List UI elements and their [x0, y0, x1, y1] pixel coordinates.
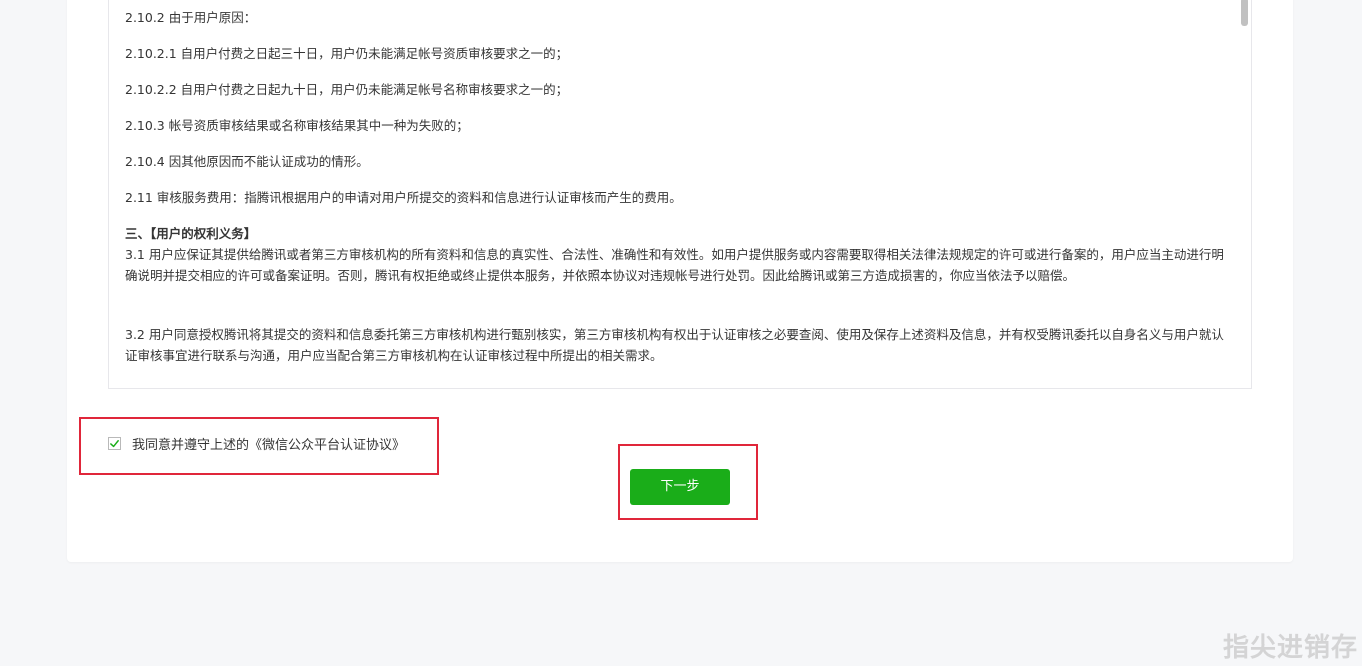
agreement-section-heading: 三、【用户的权利义务】 — [125, 226, 257, 241]
agreement-paragraph: 3.2 用户同意授权腾讯将其提交的资料和信息委托第三方审核机构进行甄别核实，第三… — [125, 327, 1224, 363]
agree-label[interactable]: 我同意并遵守上述的《微信公众平台认证协议》 — [132, 434, 405, 453]
watermark: 指尖进销存 — [1222, 633, 1358, 663]
agreement-paragraph: 2.10.2.1 自用户付费之日起三十日，用户仍未能满足帐号资质审核要求之一的； — [125, 46, 569, 61]
agreement-scroll-box[interactable]: 2.10.2 由于用户原因： 2.10.2.1 自用户付费之日起三十日，用户仍未… — [108, 0, 1252, 389]
agreement-paragraph: 3.1 用户应保证其提供给腾讯或者第三方审核机构的所有资料和信息的真实性、合法性… — [125, 247, 1224, 283]
agree-row[interactable]: 我同意并遵守上述的《微信公众平台认证协议》 — [108, 434, 405, 453]
scrollbar-thumb[interactable] — [1241, 0, 1248, 26]
agreement-paragraph: 2.10.4 因其他原因而不能认证成功的情形。 — [125, 154, 369, 169]
agree-checkbox[interactable] — [108, 436, 121, 450]
check-icon — [110, 439, 119, 447]
agreement-scrollbar[interactable] — [1241, 0, 1248, 386]
next-button[interactable]: 下一步 — [630, 469, 730, 505]
agreement-paragraph: 2.10.3 帐号资质审核结果或名称审核结果其中一种为失败的； — [125, 118, 469, 133]
agreement-paragraph: 2.10.2 由于用户原因： — [125, 10, 257, 25]
agreement-paragraph: 2.11 审核服务费用：指腾讯根据用户的申请对用户所提交的资料和信息进行认证审核… — [125, 190, 682, 205]
agreement-paragraph: 2.10.2.2 自用户付费之日起九十日，用户仍未能满足帐号名称审核要求之一的； — [125, 82, 569, 97]
